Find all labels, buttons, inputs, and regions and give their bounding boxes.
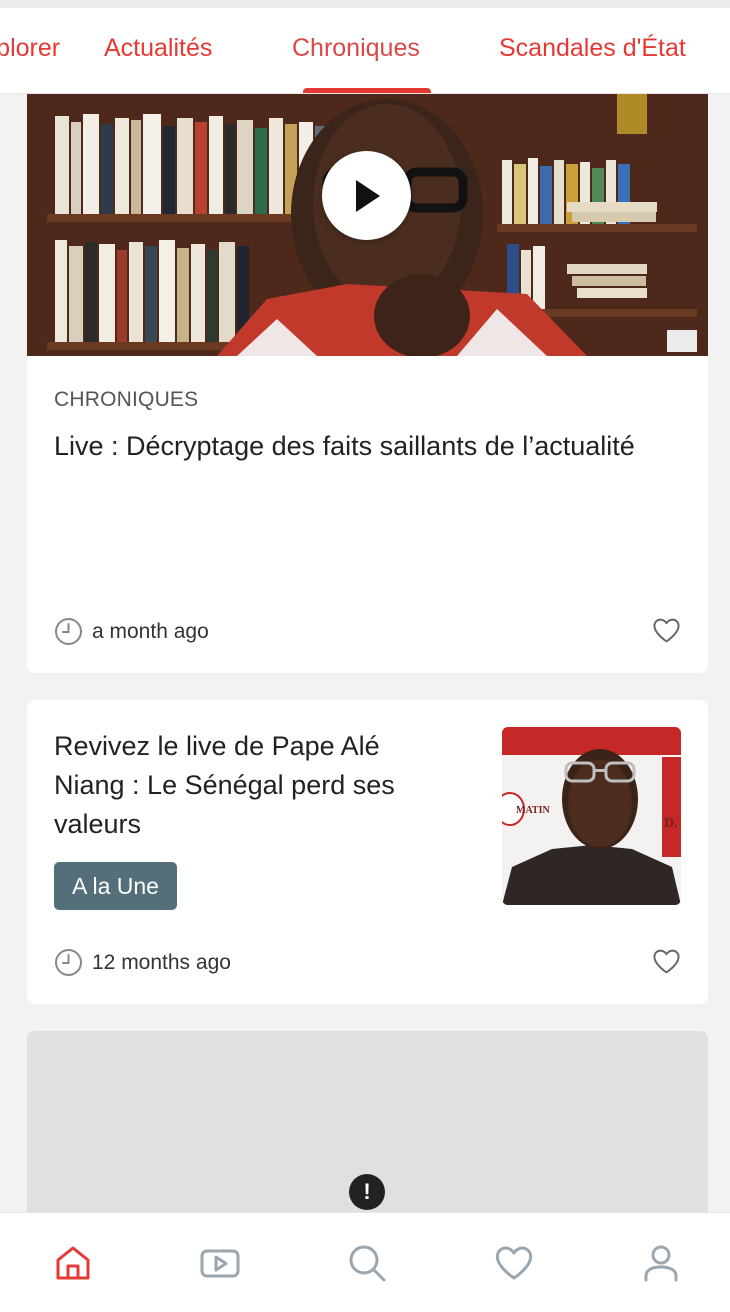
article-time: a month ago (92, 619, 209, 643)
video-thumbnail[interactable] (27, 94, 708, 356)
article-time: 12 months ago (92, 950, 231, 974)
status-strip (0, 0, 730, 8)
bottom-navigation (0, 1212, 730, 1312)
article-category: CHRONIQUES (54, 388, 199, 411)
play-button[interactable] (322, 151, 411, 240)
favorite-heart-icon[interactable] (652, 617, 681, 644)
thumb-logo-text: MATIN (516, 805, 550, 816)
article-meta: a month ago (54, 617, 209, 646)
tab-explorer[interactable]: Explorer (0, 34, 60, 63)
thumb-logo-text-right: D. (664, 816, 678, 831)
featured-article-card[interactable]: CHRONIQUES Live : Décryptage des faits s… (27, 94, 708, 673)
error-icon: ! (349, 1174, 385, 1210)
tab-chroniques[interactable]: Chroniques (292, 34, 420, 63)
nav-profile-button[interactable] (641, 1243, 681, 1283)
tab-actualites[interactable]: Actualités (104, 34, 212, 63)
article-thumbnail[interactable]: MATIN D. (502, 727, 681, 905)
article-title[interactable]: Revivez le live de Pape Alé Niang : Le S… (54, 727, 454, 844)
article-thumbnail-image: MATIN D. (502, 727, 681, 905)
tab-scandales-etat[interactable]: Scandales d'État (499, 34, 686, 63)
nav-search-button[interactable] (347, 1243, 387, 1283)
category-tab-bar[interactable]: Explorer Actualités Chroniques Scandales… (0, 8, 730, 94)
nav-videos-button[interactable] (200, 1243, 240, 1283)
heart-icon (495, 1246, 533, 1280)
home-icon (56, 1246, 90, 1280)
play-icon (355, 179, 380, 212)
clock-icon (55, 618, 82, 645)
article-card[interactable]: Revivez le live de Pape Alé Niang : Le S… (27, 700, 708, 1004)
article-title[interactable]: Live : Décryptage des faits saillants de… (54, 426, 654, 466)
tag-badge[interactable]: A la Une (54, 862, 177, 910)
clock-icon (55, 949, 82, 976)
loading-placeholder-card: ! (27, 1031, 708, 1231)
article-meta: 12 months ago (54, 948, 231, 977)
search-icon (349, 1245, 386, 1282)
nav-favorites-button[interactable] (494, 1243, 534, 1283)
video-icon (200, 1249, 240, 1278)
user-icon (644, 1245, 678, 1282)
favorite-heart-icon[interactable] (652, 948, 681, 975)
nav-home-button[interactable] (53, 1243, 93, 1283)
